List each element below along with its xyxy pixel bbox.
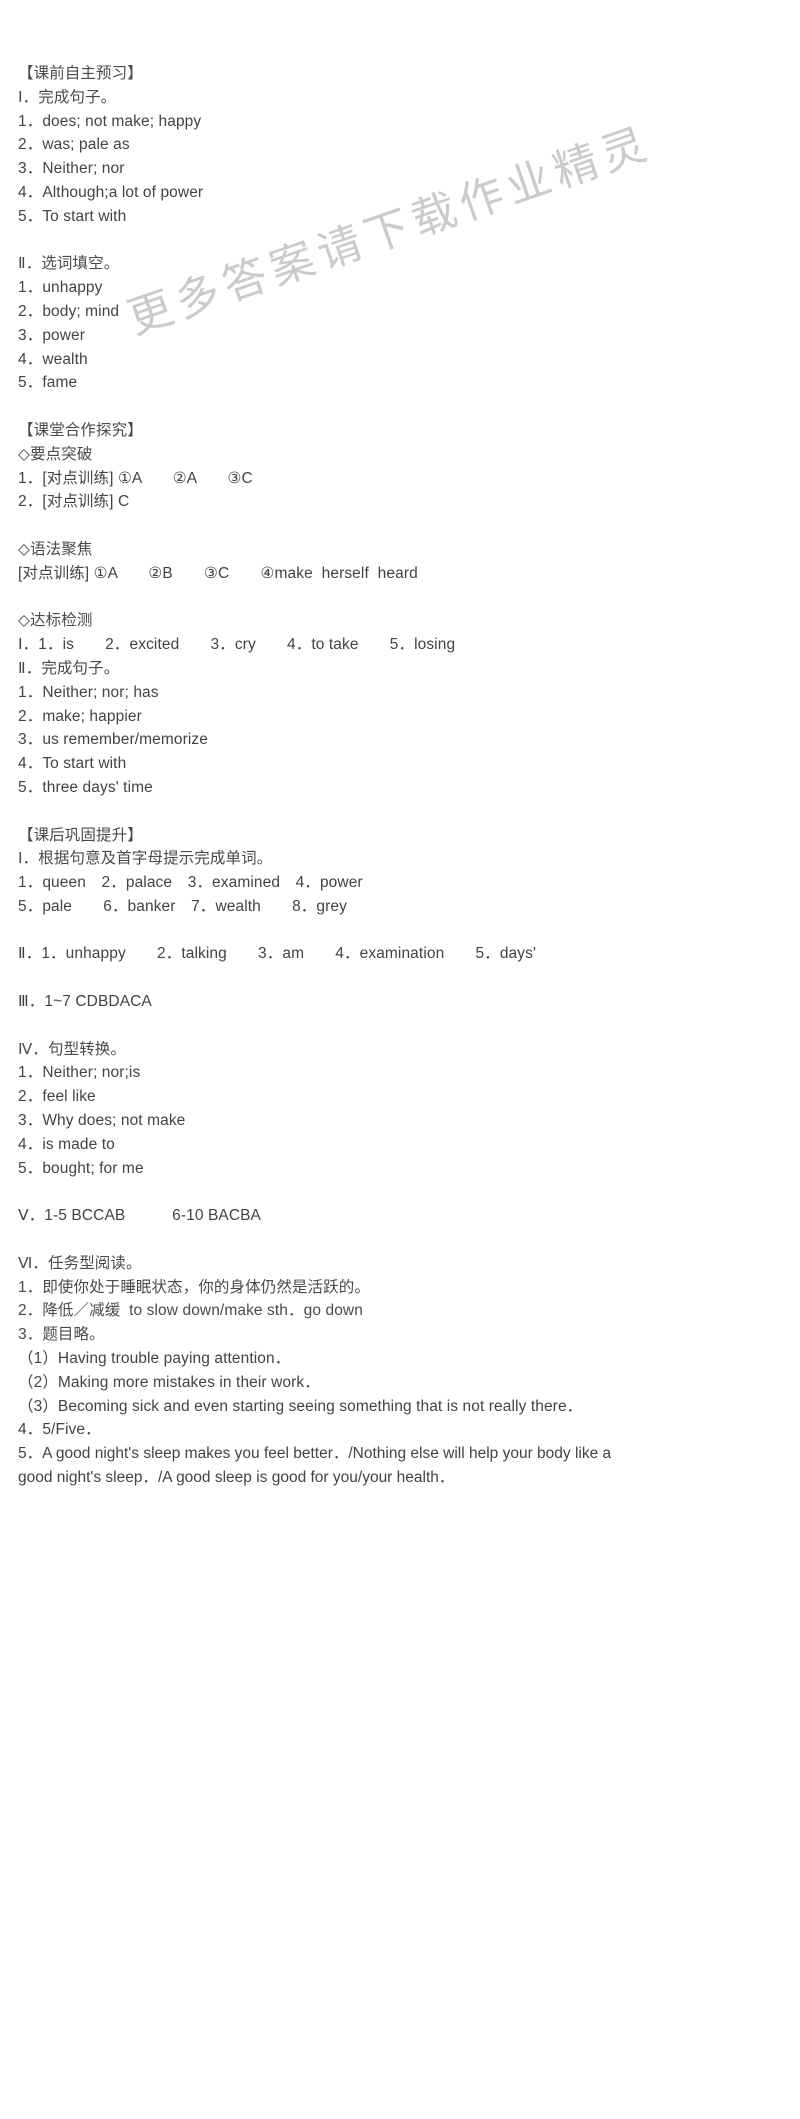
answer-item: 5．bought; for me [18,1159,144,1177]
section-title: 【课前自主预习】 [18,65,143,82]
answer-item: 2．降低／减缓 to slow down/make sth．go down [18,1302,363,1320]
section-standard-test: ◇达标检测 Ⅰ．1．is 2．excited 3．cry 4．to take 5… [18,609,782,799]
section-homework-part6: Ⅵ．任务型阅读。 1．即使你处于睡眠状态，你的身体仍然是活跃的。 2．降低／减缓… [18,1252,782,1490]
answer-item: 1．即使你处于睡眠状态，你的身体仍然是活跃的。 [18,1278,370,1296]
answer-item: 1．[对点训练] ①A ②A ③C [18,469,253,487]
section-homework-part3: Ⅲ．1~7 CDBDACA [18,990,782,1014]
answer-item: 5．pale 6．banker 7．wealth 8．grey [18,897,347,915]
answer-item: 3．us remember/memorize [18,731,208,749]
answer-item: 4．wealth [18,350,88,368]
subsection-title: Ⅰ．根据句意及首字母提示完成单词。 [18,850,273,868]
answer-item: 5．three days' time [18,778,153,796]
answer-item: 3．Neither; nor [18,160,125,178]
section-heading-classwork: 【课堂合作探究】 ◇要点突破 1．[对点训练] ①A ②A ③C 2．[对点训练… [18,419,782,514]
section-grammar-focus: ◇语法聚焦 [对点训练] ①A ②B ③C ④make herself hear… [18,538,782,586]
section-title: 【课后巩固提升】 [18,826,143,844]
subsection-title: ◇语法聚焦 [18,540,93,558]
answer-item: Ⅲ．1~7 CDBDACA [18,993,152,1011]
answer-item: 5．A good night's sleep makes you feel be… [18,1445,612,1487]
answer-item: 3．题目略。 [18,1326,105,1344]
answer-item: [对点训练] ①A ②B ③C ④make herself heard [18,564,418,582]
answer-key-page: 【课前自主预习】 Ⅰ．完成句子。 1．does; not make; happy… [0,0,800,2119]
section-homework-part4: Ⅳ．句型转换。 1．Neither; nor;is 2．feel like 3．… [18,1038,782,1181]
answer-item: 1．queen 2．palace 3．examined 4．power [18,874,363,892]
answer-item: 1．does; not make; happy [18,112,202,130]
section-heading-preview: 【课前自主预习】 Ⅰ．完成句子。 1．does; not make; happy… [18,62,782,229]
answer-item: 2．feel like [18,1088,96,1106]
answer-item: 3．Why does; not make [18,1112,186,1130]
subsection-title: Ⅳ．句型转换。 [18,1040,127,1058]
subsection-title: ◇达标检测 [18,612,93,630]
answer-item: 2．was; pale as [18,136,130,154]
answer-item: 4．5/Five． [18,1421,101,1439]
answer-item: 1．Neither; nor; has [18,683,159,701]
subsection-title: Ⅰ．完成句子。 [18,88,117,106]
section-title: 【课堂合作探究】 [18,421,143,439]
answer-item: （2）Making more mistakes in their work． [18,1373,320,1391]
answer-item: Ⅱ．1．unhappy 2．talking 3．am 4．examination… [18,945,537,963]
answer-item: 1．Neither; nor;is [18,1064,141,1082]
answer-item: 4．is made to [18,1135,115,1153]
section-homework-part5: Ⅴ．1-5 BCCAB 6-10 BACBA [18,1204,782,1228]
answer-item: Ⅴ．1-5 BCCAB 6-10 BACBA [18,1207,261,1225]
answer-item: 2．make; happier [18,707,142,725]
section-homework-part2: Ⅱ．1．unhappy 2．talking 3．am 4．examination… [18,942,782,966]
answer-item: 3．power [18,326,86,344]
section-heading-homework: 【课后巩固提升】 Ⅰ．根据句意及首字母提示完成单词。 1．queen 2．pal… [18,824,782,919]
subsection-title: ◇要点突破 [18,445,93,463]
answer-item: 2．[对点训练] C [18,493,130,511]
answer-item: 5．fame [18,374,78,392]
answer-item: （1）Having trouble paying attention． [18,1350,291,1368]
answer-item: 2．body; mind [18,302,120,320]
answer-item: （3）Becoming sick and even starting seein… [18,1397,583,1415]
subsection-title: Ⅱ．选词填空。 [18,255,120,273]
answer-item: Ⅰ．1．is 2．excited 3．cry 4．to take 5．losin… [18,636,456,654]
section-word-fill: Ⅱ．选词填空。 1．unhappy 2．body; mind 3．power 4… [18,252,782,395]
subsection-title: Ⅵ．任务型阅读。 [18,1254,142,1272]
answer-item: 1．unhappy [18,279,103,297]
answer-item: 4．Although;a lot of power [18,183,204,201]
subsection-title: Ⅱ．完成句子。 [18,659,120,677]
answer-item: 4．To start with [18,755,127,773]
answer-item: 5．To start with [18,207,127,225]
